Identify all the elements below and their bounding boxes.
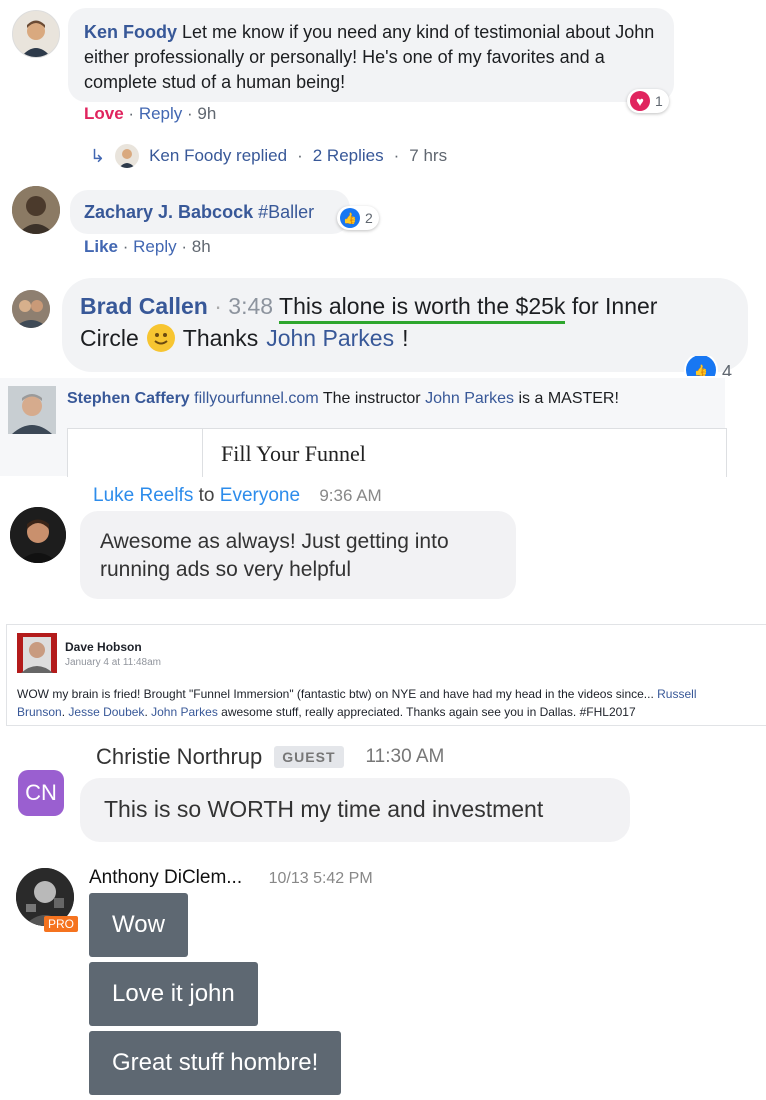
avatar-dave-hobson[interactable] xyxy=(17,633,57,673)
like-action[interactable]: Like xyxy=(84,237,118,256)
comment-line-1: Brad Callen · 3:48 This alone is worth t… xyxy=(80,293,657,324)
reply-arrow-icon: ↳ xyxy=(90,145,106,166)
chat-message: Wow xyxy=(89,893,188,957)
message-time: 10/13 5:42 PM xyxy=(268,870,373,887)
author-name[interactable]: Luke Reelfs xyxy=(93,485,193,506)
message-header: Anthony DiClem... 10/13 5:42 PM xyxy=(89,867,373,889)
reply-action[interactable]: Reply xyxy=(133,237,176,256)
post-dave-hobson: Dave Hobson January 4 at 11:48am WOW my … xyxy=(6,624,766,726)
pro-badge: PRO xyxy=(44,916,79,932)
chat-message: Love it john xyxy=(89,962,258,1026)
message-time: 11:30 AM xyxy=(365,746,445,767)
comment-stephen-caffery: Stephen Caffery fillyourfunnel.com The i… xyxy=(0,378,727,477)
comment-time: 8h xyxy=(191,237,211,256)
author-name[interactable]: Ken Foody xyxy=(84,22,177,42)
avatar-cn[interactable]: CN xyxy=(18,770,64,816)
replies-time: 7 hrs xyxy=(409,146,448,165)
video-timestamp[interactable]: 3:48 xyxy=(228,293,273,319)
link-preview-title: Fill Your Funnel xyxy=(221,441,366,466)
reaction-count[interactable]: ♥ 1 xyxy=(627,89,669,113)
avatar-luke-reelfs[interactable] xyxy=(10,507,66,563)
author-name[interactable]: Brad Callen xyxy=(80,293,208,319)
message-header: Luke Reelfs to Everyone 9:36 AM xyxy=(93,485,382,506)
comment-text: Zachary J. Babcock #Baller xyxy=(84,202,314,223)
reply-action[interactable]: Reply xyxy=(139,104,182,123)
post-date[interactable]: January 4 at 11:48am xyxy=(65,657,161,668)
highlighted-text: This alone is worth the $25k xyxy=(279,293,566,324)
author-name[interactable]: Zachary J. Babcock xyxy=(84,202,253,222)
comment-line-2: Circle Thanks John Parkes ! xyxy=(80,324,409,352)
chat-message: Great stuff hombre! xyxy=(89,1031,342,1095)
link-preview-image xyxy=(68,429,203,477)
mention-link[interactable]: Jesse Doubek xyxy=(68,705,144,719)
comment-text: Ken Foody Let me know if you need any ki… xyxy=(84,20,664,95)
reaction-count[interactable]: 👍 2 xyxy=(337,206,379,230)
replies-link[interactable]: 2 Replies xyxy=(313,146,384,166)
post-text: WOW my brain is fried! Brought "Funnel I… xyxy=(17,687,697,719)
avatar-zachary[interactable] xyxy=(12,186,60,234)
author-name[interactable]: Stephen Caffery xyxy=(67,390,190,407)
mention-link[interactable]: John Parkes xyxy=(151,705,218,719)
link-preview-card[interactable]: Fill Your Funnel xyxy=(67,428,727,477)
message-time: 9:36 AM xyxy=(319,486,382,505)
mention-link[interactable]: Russell xyxy=(657,687,696,701)
replied-author[interactable]: Ken Foody replied xyxy=(149,146,287,166)
like-icon: 👍 xyxy=(684,356,718,376)
love-icon: ♥ xyxy=(630,91,650,111)
comment-actions: Love · Reply · 9h xyxy=(84,104,217,123)
avatar-stephen-caffery[interactable] xyxy=(8,386,56,434)
guest-badge: GUEST xyxy=(274,746,344,768)
smile-emoji-icon xyxy=(146,324,175,352)
avatar-ken-foody[interactable] xyxy=(12,10,60,58)
comment-time: 9h xyxy=(197,104,217,123)
comment-text: Stephen Caffery fillyourfunnel.com The i… xyxy=(67,390,619,407)
avatar-brad-callen[interactable] xyxy=(12,290,50,328)
comment-actions: Like · Reply · 8h xyxy=(84,237,211,256)
love-action[interactable]: Love xyxy=(84,104,124,123)
replies-row[interactable]: ↳ Ken Foody replied · 2 Replies · 7 hrs xyxy=(90,144,447,168)
like-icon: 👍 xyxy=(340,208,360,228)
audience-link[interactable]: Everyone xyxy=(220,485,300,506)
mention-link[interactable]: Brunson xyxy=(17,705,62,719)
reaction-count[interactable]: 👍 4 xyxy=(684,356,732,376)
mention-link[interactable]: John Parkes xyxy=(266,325,394,352)
message-text: Awesome as always! Just getting into run… xyxy=(100,530,449,581)
avatar-ken-foody-small xyxy=(115,144,140,168)
message-text: This is so WORTH my time and investment xyxy=(104,796,544,822)
hashtag-link[interactable]: #Baller xyxy=(258,202,314,222)
site-link[interactable]: fillyourfunnel.com xyxy=(194,390,319,407)
author-name[interactable]: Christie Northrup xyxy=(96,744,262,770)
author-name[interactable]: Anthony DiClem... xyxy=(89,867,242,888)
author-name[interactable]: Dave Hobson xyxy=(65,640,142,654)
message-header: Christie Northrup GUEST 11:30 AM xyxy=(96,744,444,770)
mention-link[interactable]: John Parkes xyxy=(425,390,514,407)
